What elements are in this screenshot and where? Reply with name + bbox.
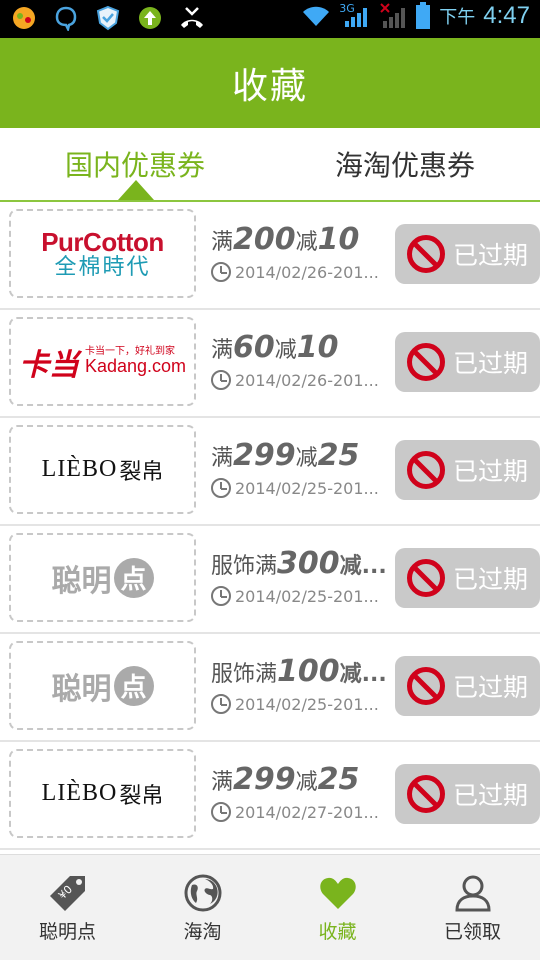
expired-button[interactable]: 已过期: [395, 224, 540, 284]
clock-icon: [211, 586, 231, 606]
coupon-tabs: 国内优惠券 海淘优惠券: [0, 128, 540, 202]
clock-icon: [211, 694, 231, 714]
bottom-navigation: ¥0 聪明点 海淘 收藏 已领取: [0, 854, 540, 960]
coupon-row[interactable]: 卡当 卡当一下，好礼到家 Kadang.com 满60减10 2014/02/2…: [0, 310, 540, 418]
tab-overseas-coupons[interactable]: 海淘优惠券: [270, 128, 540, 200]
active-tab-indicator: [118, 180, 154, 200]
missed-call-icon: [178, 4, 206, 32]
coupon-list[interactable]: PurCotton 全棉時代 满200减10 2014/02/26-201...…: [0, 202, 540, 854]
expired-button[interactable]: 已过期: [395, 656, 540, 716]
signal-3g-icon: 3G: [339, 2, 371, 30]
heart-icon: [318, 873, 358, 913]
battery-icon: [416, 2, 431, 29]
brand-logo: 卡当 卡当一下，好礼到家 Kadang.com: [9, 317, 196, 406]
coupon-title: 满200减10: [211, 222, 360, 257]
nav-item-favorites[interactable]: 收藏: [270, 855, 405, 961]
coupon-validity: 2014/02/26-201...: [211, 262, 387, 282]
expired-button[interactable]: 已过期: [395, 764, 540, 824]
app-notification-icon: [10, 4, 38, 32]
congmingdian-logo: 聪明点: [52, 664, 154, 708]
brand-logo: 聪明点: [9, 533, 196, 622]
coupon-validity: 2014/02/25-201...: [211, 694, 387, 714]
liebo-logo: LIÈBO 裂帛: [41, 780, 164, 809]
coupon-row[interactable]: LIÈBO 裂帛 满299减25 2014/02/27-201... 已过期: [0, 742, 540, 850]
expired-label: 已过期: [453, 457, 529, 486]
price-tag-icon: ¥0: [48, 873, 88, 913]
expired-label: 已过期: [453, 781, 529, 810]
liebo-logo: LIÈBO 裂帛: [41, 456, 164, 485]
coupon-row[interactable]: 聪明点 服饰满100减... 2014/02/25-201... 已过期: [0, 634, 540, 742]
nav-item-congmingdian[interactable]: ¥0 聪明点: [0, 855, 135, 961]
system-status: 3G 下午 4:47: [301, 2, 530, 30]
clock-icon: [211, 478, 231, 498]
coupon-row[interactable]: PurCotton 全棉時代 满200减10 2014/02/26-201...…: [0, 202, 540, 310]
congmingdian-logo: 聪明点: [52, 556, 154, 600]
clock-icon: [211, 802, 231, 822]
clock-time: 4:47: [483, 2, 530, 29]
coupon-title: 满60减10: [211, 330, 339, 365]
page-title: 收藏: [231, 66, 308, 107]
coupon-validity: 2014/02/25-201...: [211, 478, 387, 498]
chat-notification-icon: [52, 4, 80, 32]
expired-button[interactable]: 已过期: [395, 548, 540, 608]
prohibited-icon: [407, 667, 445, 705]
prohibited-icon: [407, 235, 445, 273]
coupon-row[interactable]: 聪明点 服饰满300减... 2014/02/25-201... 已过期: [0, 526, 540, 634]
coupon-validity: 2014/02/25-201...: [211, 586, 387, 606]
title-bar: 收藏: [0, 38, 540, 128]
prohibited-icon: [407, 451, 445, 489]
globe-icon: [183, 873, 223, 913]
coupon-title: 满299减25: [211, 762, 360, 797]
coupon-title: 服饰满100减...: [211, 654, 387, 689]
expired-button[interactable]: 已过期: [395, 332, 540, 392]
purcotton-logo: PurCotton 全棉時代: [41, 226, 164, 280]
coupon-validity: 2014/02/27-201...: [211, 802, 387, 822]
brand-logo: PurCotton 全棉時代: [9, 209, 196, 298]
user-icon: [453, 873, 493, 913]
nav-item-received[interactable]: 已领取: [405, 855, 540, 961]
expired-label: 已过期: [453, 565, 529, 594]
brand-logo: LIÈBO 裂帛: [9, 749, 196, 838]
coupon-title: 服饰满300减...: [211, 546, 387, 581]
prohibited-icon: [407, 559, 445, 597]
clock-icon: [211, 370, 231, 390]
expired-label: 已过期: [453, 673, 529, 702]
update-arrow-icon: [136, 4, 164, 32]
notification-icons: [10, 4, 206, 32]
brand-logo: LIÈBO 裂帛: [9, 425, 196, 514]
kadang-logo: 卡当 卡当一下，好礼到家 Kadang.com: [18, 346, 187, 383]
coupon-title: 满299减25: [211, 438, 360, 473]
nav-item-haitao[interactable]: 海淘: [135, 855, 270, 961]
prohibited-icon: [407, 775, 445, 813]
shield-icon: [94, 4, 122, 32]
clock-ampm: 下午: [439, 7, 476, 28]
prohibited-icon: [407, 343, 445, 381]
coupon-validity: 2014/02/26-201...: [211, 370, 387, 390]
expired-label: 已过期: [453, 241, 529, 270]
status-bar: 3G 下午 4:47: [0, 0, 540, 38]
wifi-icon: [303, 6, 330, 26]
expired-button[interactable]: 已过期: [395, 440, 540, 500]
clock-icon: [211, 262, 231, 282]
brand-logo: 聪明点: [9, 641, 196, 730]
expired-label: 已过期: [453, 349, 529, 378]
signal-no-sim-icon: [380, 3, 406, 28]
coupon-row[interactable]: LIÈBO 裂帛 满299减25 2014/02/25-201... 已过期: [0, 418, 540, 526]
